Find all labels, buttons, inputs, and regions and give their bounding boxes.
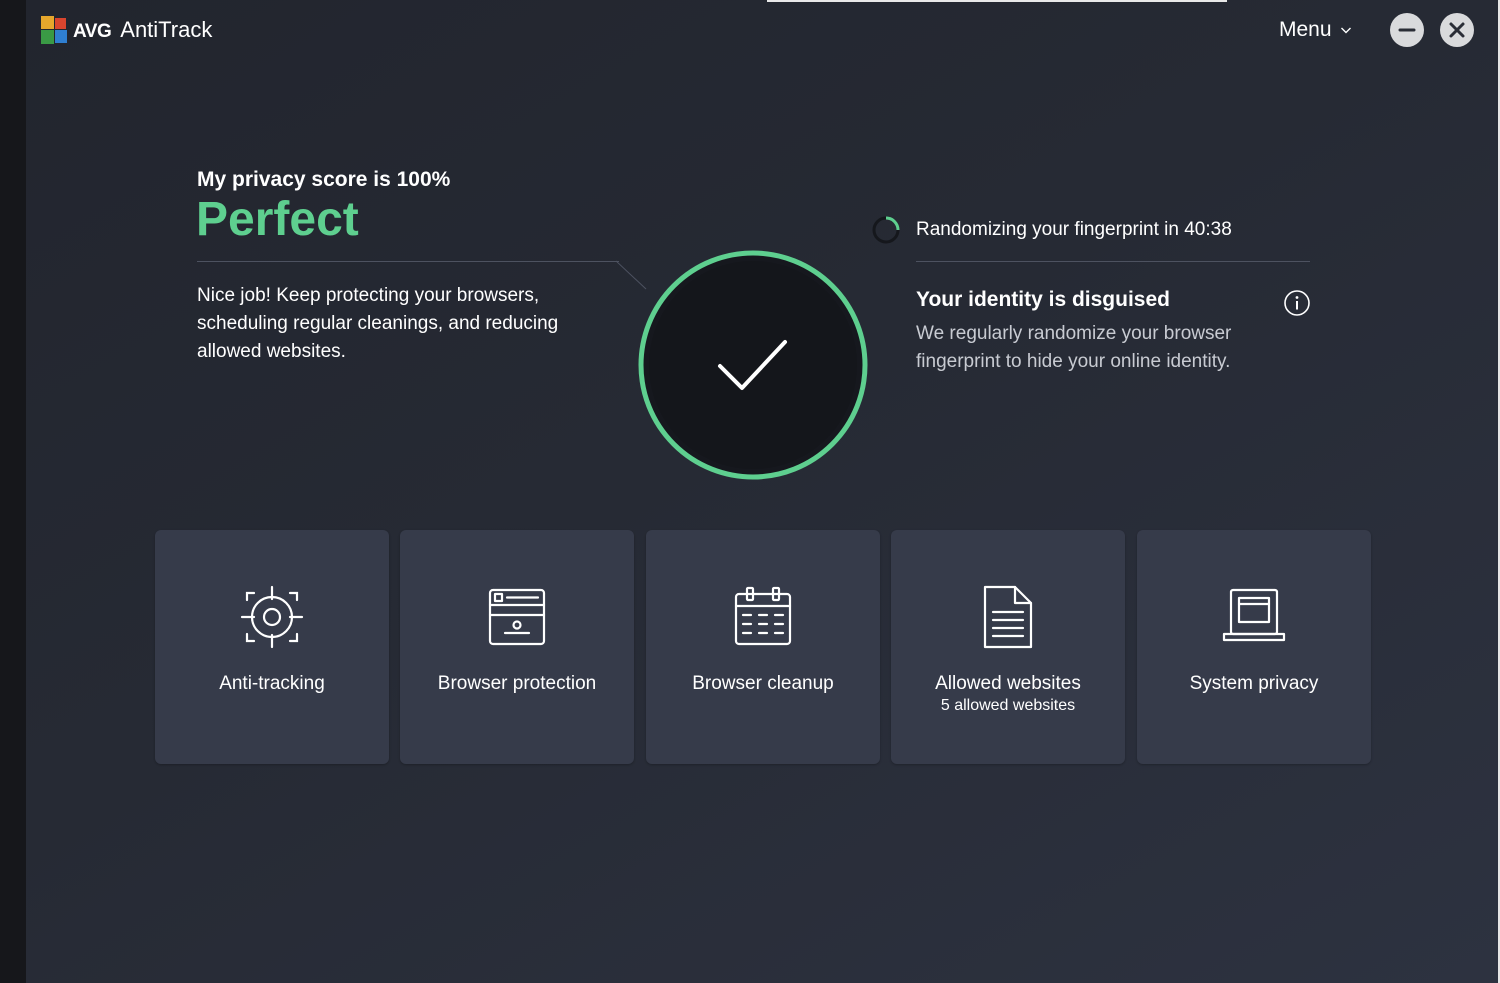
chevron-down-icon (1340, 27, 1351, 34)
identity-status-description: We regularly randomize your browser fing… (916, 323, 1232, 372)
tile-allowed-websites[interactable]: Allowed websites 5 allowed websites (891, 530, 1125, 764)
info-icon[interactable] (1283, 289, 1311, 317)
document-icon (983, 585, 1033, 649)
avg-logo-icon (41, 16, 67, 44)
tile-anti-tracking[interactable]: Anti-tracking (155, 530, 389, 764)
menu-label: Menu (1279, 18, 1332, 41)
tile-label: Browser cleanup (692, 673, 834, 694)
desktop-background-strip (0, 0, 26, 983)
tile-browser-protection[interactable]: Browser protection (400, 530, 634, 764)
right-divider (916, 261, 1310, 262)
product-name: AntiTrack (120, 17, 213, 42)
laptop-icon (1222, 588, 1286, 642)
tile-label: Anti-tracking (219, 673, 325, 694)
left-divider (197, 261, 619, 262)
tile-label: System privacy (1189, 673, 1319, 694)
browser-window-icon (488, 588, 546, 646)
minimize-icon (1398, 28, 1416, 32)
privacy-score-status: Perfect (196, 193, 359, 246)
loading-spinner-icon (872, 216, 900, 244)
app-window: AVG AntiTrack Menu My privacy score is 10… (26, 0, 1498, 983)
tile-browser-cleanup[interactable]: Browser cleanup (646, 530, 880, 764)
protected-status-circle (638, 250, 868, 480)
brand-name: AVG (73, 21, 112, 42)
tile-label: Browser protection (437, 673, 597, 694)
fingerprint-timer-status: Randomizing your fingerprint in 40:38 (916, 219, 1232, 240)
minimize-button[interactable] (1390, 13, 1424, 47)
tile-sublabel: 5 allowed websites (940, 697, 1076, 714)
tile-label: Allowed websites (935, 673, 1081, 694)
identity-status-title: Your identity is disguised (916, 288, 1170, 311)
menu-button[interactable]: Menu (1279, 16, 1352, 44)
tile-system-privacy[interactable]: System privacy (1137, 530, 1371, 764)
privacy-score-heading: My privacy score is 100% (197, 168, 451, 191)
crosshair-icon (240, 585, 304, 649)
app-title: AVG AntiTrack (73, 16, 212, 46)
close-button[interactable] (1440, 13, 1474, 47)
calendar-icon (734, 586, 792, 646)
close-icon (1449, 22, 1465, 38)
privacy-score-description: Nice job! Keep protecting your browsers,… (197, 285, 559, 362)
background-window-edge (767, 0, 1227, 2)
